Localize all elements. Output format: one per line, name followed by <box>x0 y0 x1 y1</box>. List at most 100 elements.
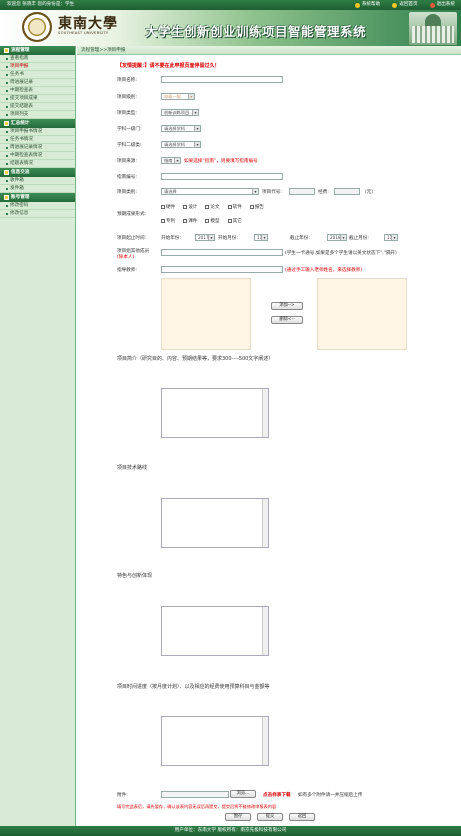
project-code-input[interactable] <box>289 188 315 195</box>
subject1-select[interactable]: 请选择学科 <box>161 125 201 132</box>
sidebar-item-apply-stats[interactable]: 项目申报书情况 <box>0 128 75 136</box>
breadcrumb: 流程管理>>项目申报 <box>77 46 461 55</box>
project-name-input[interactable] <box>161 76 283 83</box>
sidebar-item-apply[interactable]: 项目申报 <box>0 63 75 71</box>
sidebar-item-weekly-stats[interactable]: 周进展记录情况 <box>0 144 75 152</box>
results-checkbox-row-1: 硬件 设计 论文 软件 报告 <box>161 204 264 210</box>
browse-button[interactable]: 浏览... <box>230 790 256 798</box>
result-paper-checkbox[interactable]: 论文 <box>205 204 220 210</box>
source-label: 项目来源: <box>117 159 137 164</box>
guide-number-label: 指南编号: <box>117 175 137 180</box>
add-advisor-button[interactable]: 添加--> <box>271 302 303 310</box>
submit-warning: 填写完此表后，请先暂存，确认该表内容无误后再提交，提交后将不能修改申报表内容 <box>117 804 277 809</box>
guide-number-input[interactable] <box>161 173 283 180</box>
end-year-select[interactable]: 2018 <box>327 234 347 241</box>
remove-advisor-button[interactable]: 删除<-- <box>271 316 303 324</box>
start-year-select[interactable]: 2017 <box>195 234 215 241</box>
submit-button[interactable]: 提交 <box>257 813 283 821</box>
sidebar-item-task-stats[interactable]: 任务书情况 <box>0 136 75 144</box>
end-year-label: 截止年份: <box>290 236 310 241</box>
source-hint: 如果选择“指南”，则要填写指南编号 <box>184 159 258 164</box>
source-select[interactable]: 指南 <box>161 157 181 164</box>
results-checkbox-row-2: 专利 课件 模型 其它 <box>161 218 242 224</box>
top-links: 系统帮助 返回首页 退出系统 <box>354 0 455 10</box>
result-other-checkbox[interactable]: 其它 <box>227 218 242 224</box>
tech-route-textarea[interactable] <box>161 498 269 548</box>
home-icon <box>392 2 398 8</box>
sidebar-item-password[interactable]: 修改密码 <box>0 202 75 210</box>
sidebar-item-final[interactable]: 提交结题表 <box>0 103 75 111</box>
university-seal-icon <box>22 12 52 42</box>
sidebar-section-messages[interactable]: 信息交流 <box>0 168 75 177</box>
top-bar: 欢迎您 张晓丰 您的身份是：学生 系统帮助 返回首页 退出系统 <box>0 0 461 10</box>
footer: 用户单位：东南大学 版权所有：南京先极科技有限公司 <box>0 826 461 836</box>
members-sublabel: (除本人) <box>117 255 135 260</box>
result-courseware-checkbox[interactable]: 课件 <box>183 218 197 224</box>
sidebar-item-outbox[interactable]: 发件箱 <box>0 185 75 193</box>
campus-building-image <box>409 12 457 45</box>
help-link[interactable]: 系统帮助 <box>354 0 380 10</box>
intro-textarea[interactable] <box>161 388 269 438</box>
sidebar-section-process[interactable]: 流程管理 <box>0 46 75 55</box>
sidebar-item-final-stats[interactable]: 结题表情况 <box>0 160 75 168</box>
members-input[interactable] <box>161 249 283 256</box>
features-textarea[interactable] <box>161 606 269 656</box>
sidebar-item-task[interactable]: 任务书 <box>0 71 75 79</box>
project-type-label: 项目类型: <box>117 111 137 116</box>
subject2-select[interactable]: 请选择学科 <box>161 141 201 148</box>
folder-icon <box>4 195 9 200</box>
fund-input[interactable] <box>334 188 360 195</box>
home-link[interactable]: 返回首页 <box>392 0 418 10</box>
save-draft-button[interactable]: 暂存 <box>225 813 251 821</box>
features-label: 特色与创新体现 <box>117 573 153 579</box>
schedule-textarea[interactable] <box>161 716 269 766</box>
start-year-label: 开始年份: <box>161 236 181 241</box>
subject1-label: 学科一级门: <box>117 127 142 132</box>
result-hardware-checkbox[interactable]: 硬件 <box>161 204 175 210</box>
sidebar-section-stats[interactable]: 汇总统计 <box>0 119 75 128</box>
result-patent-checkbox[interactable]: 专利 <box>161 218 175 224</box>
advisor-candidates-list[interactable] <box>161 278 251 350</box>
university-logo-subtitle: SOUTHEAST UNIVERSITY <box>58 31 109 35</box>
back-button[interactable]: 返回 <box>289 813 315 821</box>
project-level-select[interactable]: 校级一般 <box>161 93 195 100</box>
intro-label: 项目简介（研究目的、内容、预期结果等，要求300----500文字阐述） <box>117 356 274 362</box>
sidebar-item-expense[interactable]: 项目列支 <box>0 111 75 119</box>
fund-unit: （元） <box>362 190 376 195</box>
sidebar: 流程管理 查看指南 项目申报 任务书 周进展记录 中期检查表 提交项目成果 提交… <box>0 46 76 826</box>
sidebar-item-midterm[interactable]: 中期检查表 <box>0 87 75 95</box>
advisor-input[interactable] <box>161 266 283 273</box>
result-report-checkbox[interactable]: 报告 <box>249 204 264 210</box>
sidebar-section-account[interactable]: 账号管理 <box>0 193 75 202</box>
end-month-select[interactable]: 11 <box>384 234 398 241</box>
category-select[interactable]: 请选择 <box>161 188 259 195</box>
sidebar-item-midterm-stats[interactable]: 中期检查表情况 <box>0 152 75 160</box>
attachment-path-input[interactable] <box>161 791 229 798</box>
result-design-checkbox[interactable]: 设计 <box>183 204 197 210</box>
fund-label: 经费: <box>318 190 329 195</box>
result-software-checkbox[interactable]: 软件 <box>227 204 242 210</box>
result-model-checkbox[interactable]: 模型 <box>205 218 220 224</box>
start-month-label: 开始月份: <box>218 236 238 241</box>
sidebar-item-weekly[interactable]: 周进展记录 <box>0 79 75 87</box>
system-title: 大学生创新创业训练项目智能管理系统 <box>145 24 367 39</box>
logout-link[interactable]: 退出系统 <box>429 0 455 10</box>
period-label: 项目起止时间: <box>117 236 147 241</box>
project-type-select[interactable]: 创新训练项目 <box>161 109 199 116</box>
welcome-text: 欢迎您 张晓丰 您的身份是：学生 <box>7 2 75 7</box>
university-logo-text: 東南大學 <box>58 16 118 32</box>
subject2-label: 学科二级类: <box>117 143 142 148</box>
category-label: 项目类别: <box>117 190 137 195</box>
template-download-link[interactable]: 点击样表下载 <box>263 792 291 798</box>
sidebar-item-results[interactable]: 提交项目成果 <box>0 95 75 103</box>
project-name-label: 项目名称: <box>117 78 137 83</box>
tech-route-label: 项目技术路线 <box>117 465 148 471</box>
sidebar-item-inbox[interactable]: 收件箱 <box>0 177 75 185</box>
folder-icon <box>4 121 9 126</box>
selected-advisors-list[interactable] <box>317 278 407 350</box>
folder-icon <box>4 48 9 53</box>
start-month-select[interactable]: 11 <box>254 234 268 241</box>
end-month-label: 截止月份: <box>349 236 369 241</box>
sidebar-item-profile[interactable]: 修改信息 <box>0 210 75 218</box>
sidebar-item-guide[interactable]: 查看指南 <box>0 55 75 63</box>
